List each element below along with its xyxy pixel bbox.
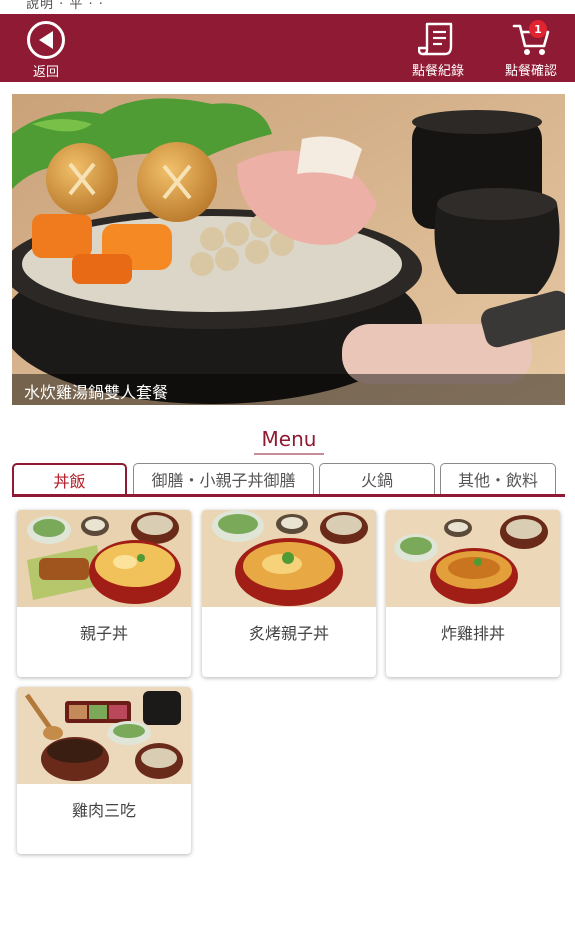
menu-item-card[interactable]: 親子丼 [17, 510, 191, 677]
receipt-icon [418, 22, 453, 56]
back-button[interactable]: 返回 [22, 14, 70, 82]
back-arrow-icon [27, 21, 65, 59]
menu-item-name: 炸雞排丼 [440, 624, 505, 643]
order-history-button[interactable]: 點餐紀錄 [405, 14, 471, 82]
menu-item-name: 炙烤親子丼 [248, 624, 329, 643]
banner-caption: 水炊雞湯鍋雙人套餐 [24, 383, 169, 402]
banner-caption-bar: 水炊雞湯鍋雙人套餐 [12, 374, 565, 405]
status-bar-text: 說明 · 平 · · [26, 0, 104, 12]
menu-item-card[interactable]: 炸雞排丼 [386, 510, 560, 677]
menu-item-name: 親子丼 [79, 624, 128, 643]
tabs-underline [12, 494, 565, 497]
featured-banner[interactable]: 水炊雞湯鍋雙人套餐 [12, 94, 565, 405]
menu-item-card[interactable]: 炙烤親子丼 [202, 510, 376, 677]
tab-set-meals[interactable]: 御膳・小親子丼御膳 [133, 463, 314, 494]
grilled-oyakodon-photo [202, 510, 376, 607]
back-label: 返回 [32, 65, 59, 80]
menu-item-card[interactable]: 雞肉三吃 [17, 687, 191, 854]
tab-donburi[interactable]: 丼飯 [12, 463, 127, 494]
fried-chicken-cutlet-don-photo [386, 510, 560, 607]
app-header: 返回 點餐紀錄 1 點餐確認 [0, 14, 575, 82]
menu-heading: Menu [261, 427, 317, 451]
category-tabs: 丼飯 御膳・小親子丼御膳 火鍋 其他・飲料 [12, 463, 565, 497]
order-confirm-label: 點餐確認 [504, 64, 557, 79]
tab-hotpot[interactable]: 火鍋 [319, 463, 435, 494]
menu-heading-underline [254, 453, 324, 455]
hotpot-photo [12, 94, 565, 405]
order-history-label: 點餐紀錄 [411, 64, 464, 79]
chicken-three-ways-photo [17, 687, 191, 784]
menu-item-name: 雞肉三吃 [71, 801, 136, 820]
status-bar: 說明 · 平 · · [0, 0, 575, 14]
oyakodon-photo [17, 510, 191, 607]
tab-others-drinks[interactable]: 其他・飲料 [440, 463, 556, 494]
order-confirm-button[interactable]: 1 點餐確認 [498, 14, 564, 82]
cart-count-badge: 1 [529, 20, 547, 38]
